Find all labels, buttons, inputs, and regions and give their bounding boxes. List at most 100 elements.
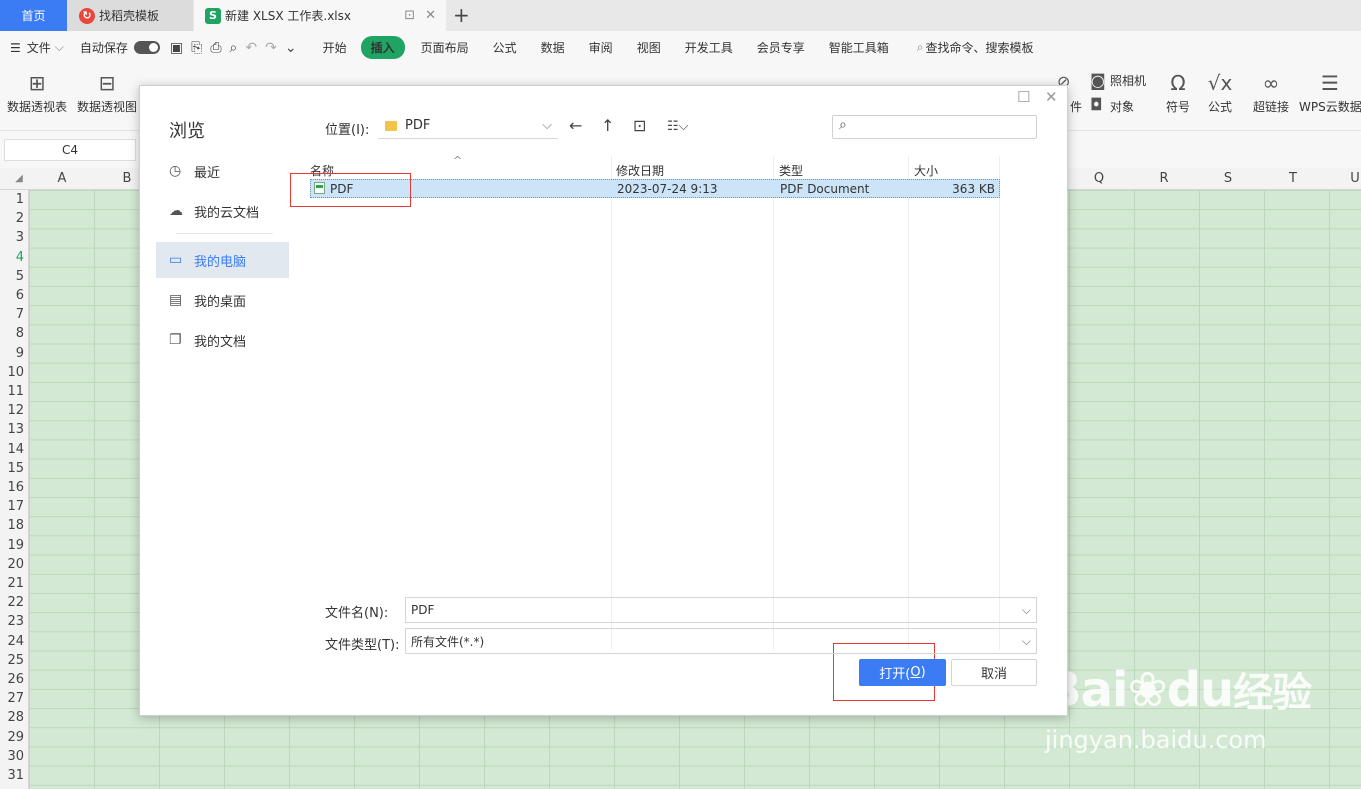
row-header[interactable]: 25 [0,653,24,668]
menu-formula[interactable]: 公式 [493,39,517,56]
row-header[interactable]: 18 [0,518,24,533]
menu-icon[interactable]: ☰ [10,41,21,55]
pin-icon[interactable]: ⊡ [404,8,415,23]
row-header[interactable]: 26 [0,672,24,687]
formula-button[interactable]: √x 公式 [1200,68,1240,115]
menu-start[interactable]: 开始 [323,39,347,56]
row-header[interactable]: 17 [0,499,24,514]
row-header[interactable]: 30 [0,749,24,764]
row-header[interactable]: 28 [0,710,24,725]
row-header[interactable]: 27 [0,691,24,706]
undo-icon[interactable]: ↶ [245,40,257,56]
row-header[interactable]: 10 [0,365,24,380]
row-header[interactable]: 6 [0,288,24,303]
row-header[interactable]: 1 [0,192,24,207]
maximize-icon[interactable]: ☐ [1017,88,1030,106]
more-icon[interactable]: ⌄ [285,40,297,56]
up-arrow-icon[interactable]: ↑ [601,116,614,135]
redo-icon[interactable]: ↷ [265,40,277,56]
row-header[interactable]: 19 [0,538,24,553]
row-header[interactable]: 7 [0,307,24,322]
column-header[interactable]: Q [1066,171,1132,186]
column-header[interactable]: T [1260,171,1326,186]
row-header[interactable]: 4 [0,250,24,265]
column-header[interactable]: U [1322,171,1361,186]
object-label[interactable]: 对象 [1110,98,1134,115]
chevron-down-icon[interactable]: ⌵ [55,40,64,55]
row-header[interactable]: 31 [0,768,24,783]
column-header[interactable]: A [29,171,95,186]
row-header[interactable]: 12 [0,403,24,418]
column-header-modified[interactable]: 修改日期 [616,162,664,179]
row-header[interactable]: 20 [0,557,24,572]
chevron-down-icon[interactable]: ⌵ [1022,603,1031,618]
attachment-label[interactable]: 件 [1070,98,1082,115]
save-icon[interactable]: ▣ [170,40,183,56]
sidebar-item-recent[interactable]: ◷ 最近 [156,153,289,189]
file-menu[interactable]: 文件 [27,39,51,56]
autosave-toggle[interactable] [133,41,160,54]
export-icon[interactable]: ⎘ [191,40,202,56]
back-arrow-icon[interactable]: ← [569,116,582,135]
close-icon[interactable]: ✕ [1045,88,1058,106]
select-all-corner[interactable]: ◢ [12,173,26,184]
menu-data[interactable]: 数据 [541,39,565,56]
row-header[interactable]: 21 [0,576,24,591]
row-header[interactable]: 11 [0,384,24,399]
name-box[interactable]: C4 [4,139,136,161]
wps-cloud-button[interactable]: ☰ WPS云数据 [1299,68,1361,115]
row-header[interactable]: 3 [0,230,24,245]
row-header[interactable]: 9 [0,346,24,361]
row-header[interactable]: 8 [0,326,24,341]
camera-label[interactable]: 照相机 [1110,72,1146,89]
tab-workbook[interactable]: S 新建 XLSX 工作表.xlsx ⊡ ✕ [194,0,446,31]
menu-view[interactable]: 视图 [637,39,661,56]
command-search[interactable]: 查找命令、搜索模板 [925,39,1033,56]
pivot-chart-button[interactable]: ⊟ 数据透视图 [75,68,139,115]
hyperlink-button[interactable]: ∞ 超链接 [1250,68,1292,115]
menu-review[interactable]: 审阅 [589,39,613,56]
row-header[interactable]: 29 [0,730,24,745]
menu-developer[interactable]: 开发工具 [685,39,733,56]
row-header[interactable]: 22 [0,595,24,610]
filename-input[interactable]: PDF ⌵ [405,597,1037,623]
print-icon[interactable]: ⎙ [210,40,221,56]
pivot-table-button[interactable]: ⊞ 数据透视表 [5,68,69,115]
file-row[interactable]: PDF 2023-07-24 9:13 PDF Document 363 KB [310,179,1000,198]
filetype-select[interactable]: 所有文件(*.*) ⌵ [405,628,1037,654]
new-tab-button[interactable]: + [453,3,470,27]
cancel-button[interactable]: 取消 [951,659,1037,686]
row-header[interactable]: 14 [0,442,24,457]
new-folder-icon[interactable]: ⊡ [633,116,646,135]
location-select[interactable]: PDF ⌵ [378,113,558,139]
row-header[interactable]: 13 [0,422,24,437]
dialog-search-input[interactable]: ⌕ [832,115,1037,139]
column-header-type[interactable]: 类型 [779,162,803,179]
menu-page-layout[interactable]: 页面布局 [421,39,469,56]
chevron-down-icon[interactable]: ⌵ [1022,634,1031,649]
tab-template[interactable]: ↻ 找稻壳模板 [67,0,193,31]
autosave-label: 自动保存 [79,41,128,55]
row-header[interactable]: 15 [0,461,24,476]
tab-home[interactable]: 首页 [0,0,67,31]
column-header[interactable]: S [1195,171,1261,186]
row-header[interactable]: 16 [0,480,24,495]
menu-member[interactable]: 会员专享 [757,39,805,56]
row-header[interactable]: 5 [0,269,24,284]
menu-insert[interactable]: 插入 [360,36,405,59]
view-mode-icon[interactable]: ☷⌵ [667,119,689,134]
preview-icon[interactable]: ⌕ [230,40,238,56]
column-header-size[interactable]: 大小 [914,162,938,179]
sidebar-item-my-computer[interactable]: ▭ 我的电脑 [156,242,289,278]
menu-smart-tools[interactable]: 智能工具箱 [829,39,889,56]
symbol-button[interactable]: Ω 符号 [1158,68,1198,115]
row-header[interactable]: 2 [0,211,24,226]
open-button[interactable]: 打开(O) [859,659,946,686]
row-header[interactable]: 23 [0,614,24,629]
sidebar-item-cloud[interactable]: ☁ 我的云文档 [156,193,289,229]
column-header[interactable]: R [1131,171,1197,186]
sidebar-item-documents[interactable]: ❐ 我的文档 [156,322,289,358]
sidebar-item-desktop[interactable]: ▤ 我的桌面 [156,282,289,318]
close-tab-icon[interactable]: ✕ [425,8,436,23]
row-header[interactable]: 24 [0,634,24,649]
